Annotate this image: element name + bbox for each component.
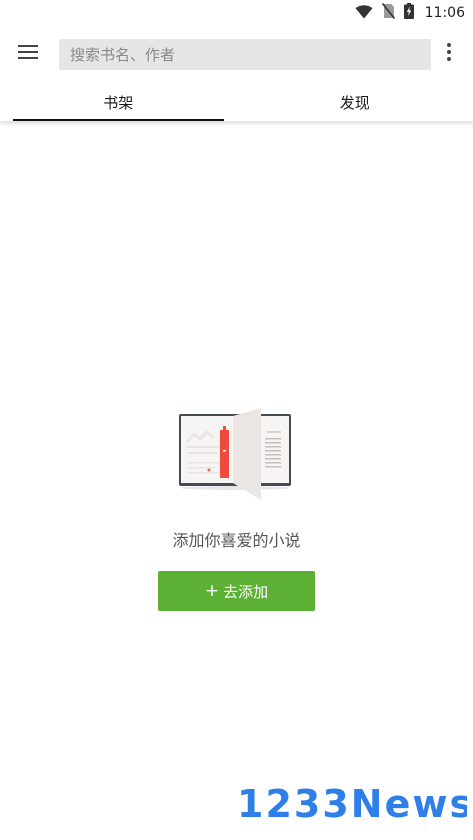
wifi-icon: [355, 4, 373, 23]
open-book-illustration: [177, 406, 295, 506]
more-options-button[interactable]: [433, 34, 465, 74]
tab-discover[interactable]: 发现: [237, 82, 473, 122]
plus-icon: +: [204, 580, 220, 601]
status-bar: 11:06: [0, 0, 473, 26]
more-vert-icon: [447, 43, 451, 65]
watermark-logo: 1233News: [237, 782, 472, 828]
hamburger-menu-icon: [18, 44, 38, 64]
search-input[interactable]: 搜索书名、作者: [59, 39, 431, 70]
empty-state-message: 添加你喜爱的小说: [172, 531, 301, 550]
tab-bar: 书架 发现: [0, 82, 473, 122]
screen: 11:06 搜索书名、作者 书架 发现 添加你喜爱的小说 + 去添加 1233N…: [0, 0, 473, 840]
top-app-bar: 搜索书名、作者: [0, 26, 473, 82]
tab-indicator: [13, 119, 224, 121]
menu-button[interactable]: [8, 34, 48, 74]
tab-divider: [0, 121, 473, 122]
tab-bookshelf[interactable]: 书架: [0, 82, 237, 122]
status-time: 11:06: [424, 5, 465, 21]
add-novel-button[interactable]: + 去添加: [158, 571, 315, 611]
battery-charging-icon: [403, 3, 414, 23]
svg-text:1233News: 1233News: [237, 784, 467, 824]
tab-label: 书架: [103, 93, 134, 112]
tab-label: 发现: [339, 93, 370, 112]
search-placeholder: 搜索书名、作者: [70, 46, 176, 64]
no-sim-icon: [381, 3, 395, 23]
add-button-label: 去添加: [223, 582, 269, 601]
